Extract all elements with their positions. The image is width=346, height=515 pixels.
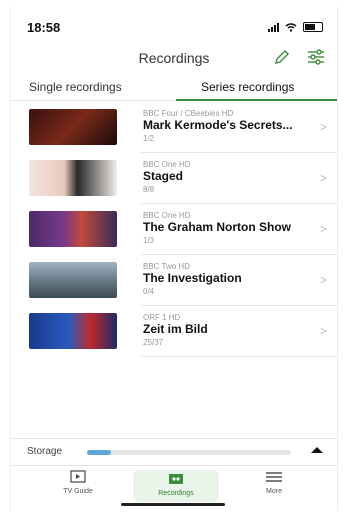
- tab-selected-indicator: [176, 99, 337, 101]
- chevron-up-icon[interactable]: [311, 447, 323, 453]
- menu-icon: [266, 472, 282, 482]
- show-title: Mark Kermode's Secrets...: [143, 118, 293, 132]
- list-item[interactable]: BBC One HD The Graham Norton Show 1/3 >: [29, 204, 337, 255]
- list-item[interactable]: BBC Two HD The Investigation 0/4 >: [29, 255, 337, 306]
- storage-progress-fill: [87, 450, 112, 455]
- chevron-right-icon: >: [319, 222, 327, 236]
- channel-name: BBC Four / CBeebies HD: [143, 109, 234, 118]
- tv-guide-icon: [70, 470, 86, 483]
- chevron-right-icon: >: [319, 273, 327, 287]
- episode-count: 1/3: [143, 236, 155, 245]
- tab-series-recordings[interactable]: Series recordings: [201, 80, 294, 94]
- list-item[interactable]: BBC Four / CBeebies HD Mark Kermode's Se…: [29, 102, 337, 153]
- storage-label: Storage: [27, 446, 63, 457]
- show-title: The Graham Norton Show: [143, 220, 292, 234]
- episode-count: 25/37: [143, 338, 164, 347]
- thumbnail-image: [29, 313, 117, 349]
- app-screen: 18:58 Recordings Single recordings Serie…: [10, 6, 338, 511]
- thumbnail-image: [29, 262, 117, 298]
- list-item[interactable]: BBC One HD Staged 8/8 >: [29, 153, 337, 204]
- nav-label: TV Guide: [63, 488, 93, 495]
- show-title: Zeit im Bild: [143, 322, 208, 336]
- storage-bar-section[interactable]: Storage: [11, 438, 337, 466]
- nav-recordings[interactable]: Recordings: [133, 470, 219, 502]
- wifi-icon: [285, 22, 297, 32]
- recordings-icon: [169, 474, 183, 484]
- tab-single-recordings[interactable]: Single recordings: [29, 80, 122, 94]
- status-icons: [268, 22, 323, 32]
- battery-icon: [303, 22, 323, 32]
- sliders-icon[interactable]: [307, 48, 325, 66]
- episode-count: 8/8: [143, 185, 155, 194]
- pencil-icon[interactable]: [273, 48, 291, 66]
- thumbnail-image: [29, 211, 117, 247]
- chevron-right-icon: >: [319, 324, 327, 338]
- channel-name: BBC One HD: [143, 211, 191, 220]
- channel-name: ORF 1 HD: [143, 313, 181, 322]
- recording-tabs: Single recordings Series recordings: [11, 76, 337, 101]
- thumbnail-image: [29, 160, 117, 196]
- nav-more[interactable]: More: [231, 470, 317, 495]
- storage-progress: [87, 450, 291, 455]
- thumbnail-image: [29, 109, 117, 145]
- show-title: Staged: [143, 169, 184, 183]
- nav-label: Recordings: [158, 490, 194, 497]
- home-indicator[interactable]: [121, 503, 225, 506]
- status-time: 18:58: [27, 20, 61, 35]
- chevron-right-icon: >: [319, 171, 327, 185]
- episode-count: 1/2: [143, 134, 155, 143]
- chevron-right-icon: >: [319, 120, 327, 134]
- recordings-list: BBC Four / CBeebies HD Mark Kermode's Se…: [11, 102, 337, 357]
- episode-count: 0/4: [143, 287, 155, 296]
- show-title: The Investigation: [143, 271, 242, 285]
- signal-icon: [268, 22, 279, 32]
- channel-name: BBC Two HD: [143, 262, 190, 271]
- nav-tv-guide[interactable]: TV Guide: [35, 470, 121, 495]
- status-bar: 18:58: [11, 16, 337, 36]
- nav-label: More: [266, 488, 282, 495]
- channel-name: BBC One HD: [143, 160, 191, 169]
- list-item[interactable]: ORF 1 HD Zeit im Bild 25/37 >: [29, 306, 337, 357]
- header: Recordings: [11, 44, 337, 72]
